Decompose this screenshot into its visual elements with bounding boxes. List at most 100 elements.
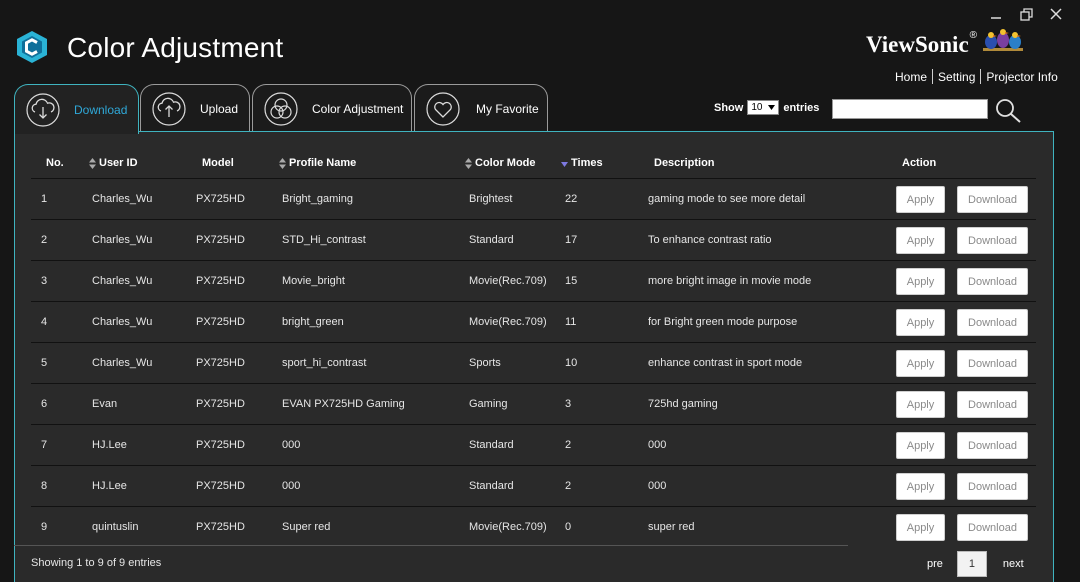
download-button[interactable]: Download bbox=[957, 309, 1028, 336]
page-button[interactable]: 1 bbox=[956, 551, 987, 577]
header-description[interactable]: Description bbox=[654, 157, 715, 169]
cell-no: 5 bbox=[41, 357, 48, 369]
cell-no: 7 bbox=[41, 439, 48, 451]
download-button[interactable]: Download bbox=[957, 514, 1028, 541]
top-nav: Home Setting Projector Info bbox=[895, 69, 1058, 84]
cell-profile-name: STD_Hi_contrast bbox=[282, 234, 366, 246]
download-button[interactable]: Download bbox=[957, 268, 1028, 295]
apply-button[interactable]: Apply bbox=[896, 473, 945, 500]
footer-divider bbox=[14, 545, 848, 546]
restore-icon[interactable] bbox=[1018, 6, 1034, 22]
cell-user-id: Charles_Wu bbox=[92, 357, 153, 369]
apply-button[interactable]: Apply bbox=[896, 268, 945, 295]
entries-suffix: entries bbox=[783, 101, 820, 114]
prev-page-button[interactable]: pre bbox=[927, 558, 943, 570]
cell-model: PX725HD bbox=[196, 521, 245, 533]
cell-color-mode: Movie(Rec.709) bbox=[469, 275, 547, 287]
cell-times: 2 bbox=[565, 439, 572, 451]
header-model[interactable]: Model bbox=[202, 157, 234, 169]
cell-times: 17 bbox=[565, 234, 578, 246]
table-row: 2 Charles_Wu PX725HD STD_Hi_contrast Standar… bbox=[31, 220, 1036, 261]
cell-description: more bright image in movie mode bbox=[648, 275, 812, 287]
header-no[interactable]: No. bbox=[46, 157, 64, 169]
cell-no: 3 bbox=[41, 275, 48, 287]
cell-no: 8 bbox=[41, 480, 48, 492]
header-action: Action bbox=[902, 157, 936, 169]
search-icon[interactable] bbox=[994, 97, 1022, 123]
next-page-button[interactable]: next bbox=[1003, 558, 1024, 570]
sort-icon bbox=[89, 157, 96, 169]
apply-button[interactable]: Apply bbox=[896, 432, 945, 459]
table-row: 8 HJ.Lee PX725HD 000 Standard 2 000 Apply Downlo… bbox=[31, 466, 1036, 507]
cell-times: 2 bbox=[565, 480, 572, 492]
heart-icon bbox=[426, 91, 460, 126]
cell-profile-name: 000 bbox=[282, 439, 301, 451]
cell-model: PX725HD bbox=[196, 398, 245, 410]
projector-info-link[interactable]: Projector Info bbox=[986, 70, 1057, 84]
minimize-icon[interactable] bbox=[988, 6, 1004, 22]
cell-user-id: HJ.Lee bbox=[92, 480, 127, 492]
cell-color-mode: Standard bbox=[469, 439, 514, 451]
tab-download[interactable]: Download bbox=[14, 84, 139, 134]
show-entries: Show 10 entries bbox=[714, 100, 819, 115]
table-row: 9 quintuslin PX725HD Super red Movie(Rec.709… bbox=[31, 507, 1036, 548]
entries-value: 10 bbox=[751, 102, 763, 113]
tab-my-favorite[interactable]: My Favorite bbox=[414, 84, 548, 132]
header-user-id[interactable]: User ID bbox=[89, 157, 138, 169]
cell-model: PX725HD bbox=[196, 316, 245, 328]
cell-user-id: Evan bbox=[92, 398, 118, 410]
download-button[interactable]: Download bbox=[957, 350, 1028, 377]
cell-profile-name: EVAN PX725HD Gaming bbox=[282, 398, 405, 410]
download-button[interactable]: Download bbox=[957, 473, 1028, 500]
cell-model: PX725HD bbox=[196, 357, 245, 369]
header-profile-name[interactable]: Profile Name bbox=[279, 157, 356, 169]
cell-description: To enhance contrast ratio bbox=[648, 234, 772, 246]
apply-button[interactable]: Apply bbox=[896, 391, 945, 418]
profiles-table: No. User ID Model Profile Name Color Mod… bbox=[31, 148, 1036, 548]
tab-color-adjustment[interactable]: Color Adjustment bbox=[252, 84, 412, 132]
apply-button[interactable]: Apply bbox=[896, 514, 945, 541]
table-row: 1 Charles_Wu PX725HD Bright_gaming Brightest… bbox=[31, 179, 1036, 220]
tab-color-adjustment-label: Color Adjustment bbox=[312, 101, 404, 116]
cell-no: 4 bbox=[41, 316, 48, 328]
cell-times: 22 bbox=[565, 193, 578, 205]
download-button[interactable]: Download bbox=[957, 391, 1028, 418]
tab-download-label: Download bbox=[74, 102, 128, 117]
table-row: 5 Charles_Wu PX725HD sport_hi_contrast Sport… bbox=[31, 343, 1036, 384]
entries-select[interactable]: 10 bbox=[747, 100, 780, 115]
table-row: 3 Charles_Wu PX725HD Movie_bright Movie(Rec.… bbox=[31, 261, 1036, 302]
app-title: Color Adjustment bbox=[67, 32, 284, 63]
table-row: 4 Charles_Wu PX725HD bright_green Movie(Rec.… bbox=[31, 302, 1036, 343]
cell-color-mode: Sports bbox=[469, 357, 501, 369]
divider bbox=[932, 69, 934, 84]
cell-user-id: HJ.Lee bbox=[92, 439, 127, 451]
download-button[interactable]: Download bbox=[957, 227, 1028, 254]
divider bbox=[980, 69, 982, 84]
close-icon[interactable] bbox=[1048, 6, 1064, 22]
cloud-upload-icon bbox=[152, 91, 186, 126]
cell-no: 9 bbox=[41, 521, 48, 533]
setting-link[interactable]: Setting bbox=[938, 70, 975, 84]
cell-description: super red bbox=[648, 521, 695, 533]
apply-button[interactable]: Apply bbox=[896, 350, 945, 377]
cell-user-id: Charles_Wu bbox=[92, 316, 153, 328]
window-controls bbox=[988, 6, 1064, 22]
search-input[interactable] bbox=[832, 99, 988, 119]
header-color-mode[interactable]: Color Mode bbox=[465, 157, 536, 169]
cell-description: gaming mode to see more detail bbox=[648, 193, 806, 205]
cell-no: 6 bbox=[41, 398, 48, 410]
apply-button[interactable]: Apply bbox=[896, 309, 945, 336]
tab-upload[interactable]: Upload bbox=[140, 84, 250, 132]
cell-description: for Bright green mode purpose bbox=[648, 316, 798, 328]
home-link[interactable]: Home bbox=[895, 70, 927, 84]
active-tab-join bbox=[15, 130, 138, 133]
apply-button[interactable]: Apply bbox=[896, 227, 945, 254]
download-button[interactable]: Download bbox=[957, 186, 1028, 213]
header-times[interactable]: Times bbox=[561, 157, 603, 169]
apply-button[interactable]: Apply bbox=[896, 186, 945, 213]
download-button[interactable]: Download bbox=[957, 432, 1028, 459]
color-circles-icon bbox=[264, 91, 298, 126]
header-times-label: Times bbox=[571, 157, 603, 169]
table-body: 1 Charles_Wu PX725HD Bright_gaming Brightest… bbox=[31, 179, 1036, 548]
header-color-mode-label: Color Mode bbox=[475, 157, 536, 169]
